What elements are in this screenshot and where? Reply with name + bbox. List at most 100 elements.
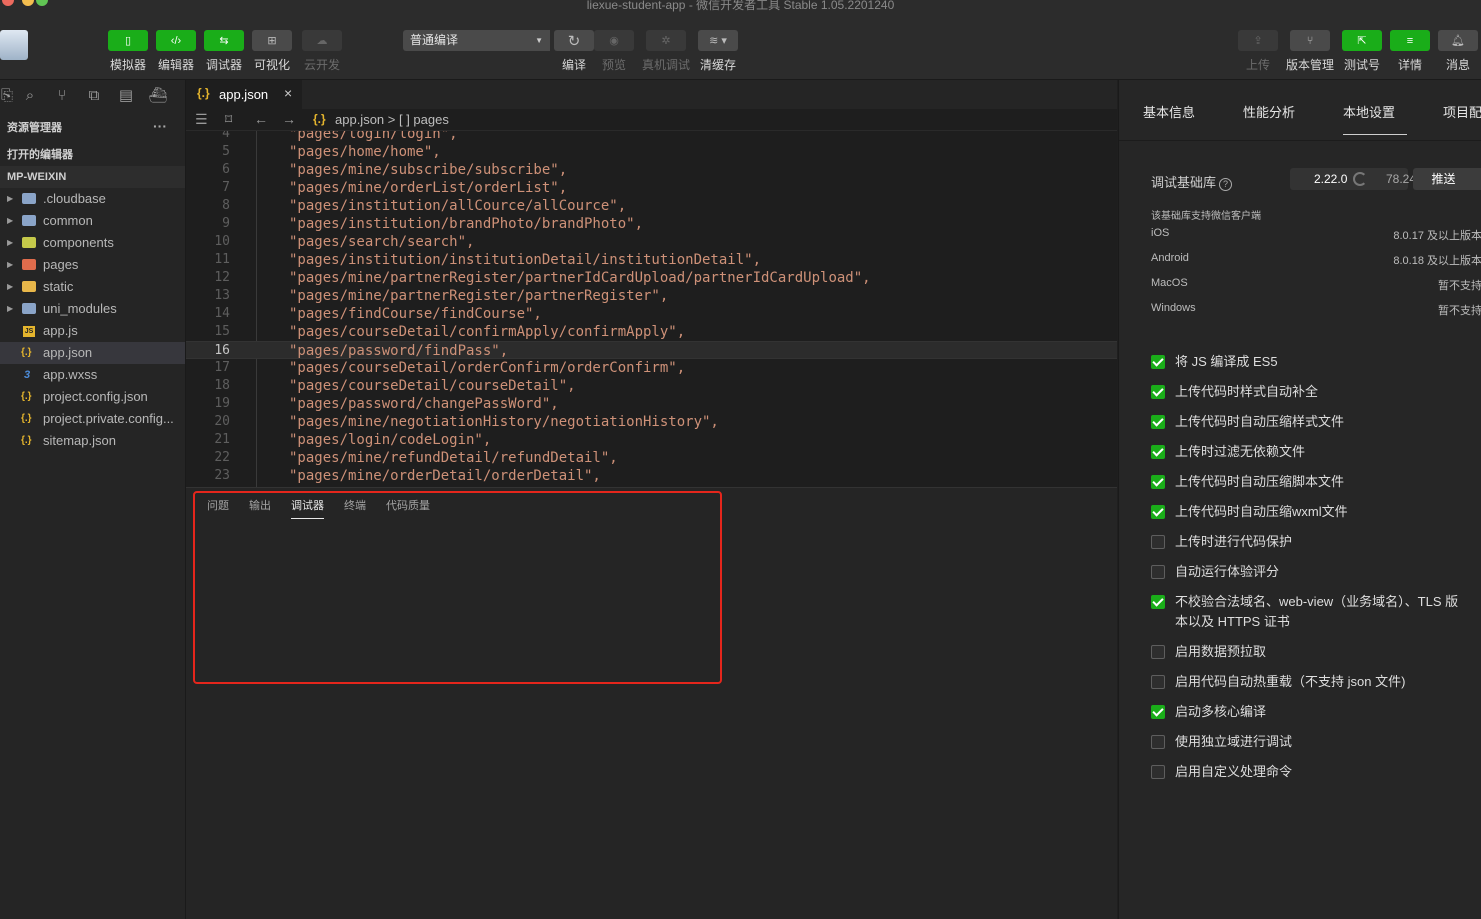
checkbox[interactable] bbox=[1151, 565, 1165, 579]
chevron-right-icon[interactable]: ▶ bbox=[7, 232, 13, 254]
code-line[interactable]: 12 "pages/mine/partnerRegister/partnerIdC… bbox=[186, 269, 1117, 287]
code-text: "pages/home/home", bbox=[289, 144, 441, 160]
tab-code-quality[interactable]: 代码质量 bbox=[386, 497, 430, 513]
code-line[interactable]: 6 "pages/mine/subscribe/subscribe", bbox=[186, 161, 1117, 179]
tree-item[interactable]: ▶ components bbox=[0, 232, 185, 254]
checkbox[interactable] bbox=[1151, 735, 1165, 749]
messages-button[interactable]: 🔔︎ 消息 bbox=[1438, 30, 1478, 73]
code-line[interactable]: 16 "pages/password/findPass", bbox=[186, 341, 1117, 359]
docker-icon[interactable]: ⛴ bbox=[142, 86, 174, 104]
code-line[interactable]: 21 "pages/login/codeLogin", bbox=[186, 431, 1117, 449]
editor-button[interactable]: ‹/› 编辑器 bbox=[156, 30, 196, 73]
simulator-button[interactable]: ▯ 模拟器 bbox=[108, 30, 148, 73]
checkbox[interactable] bbox=[1151, 645, 1165, 659]
tree-item[interactable]: JS app.js bbox=[0, 320, 185, 342]
code-line[interactable]: 7 "pages/mine/orderList/orderList", bbox=[186, 179, 1117, 197]
checkbox[interactable] bbox=[1151, 705, 1165, 719]
more-icon[interactable]: ··· bbox=[153, 118, 167, 134]
code-line[interactable]: 5 "pages/home/home", bbox=[186, 143, 1117, 161]
breadcrumb[interactable]: app.json > [ ] pages bbox=[335, 112, 449, 127]
visual-button[interactable]: ⊞ 可视化 bbox=[252, 30, 292, 73]
checkbox[interactable] bbox=[1151, 475, 1165, 489]
code-line[interactable]: 23 "pages/mine/orderDetail/orderDetail", bbox=[186, 467, 1117, 485]
real-device-debug-button[interactable]: ✲ 真机调试 bbox=[642, 30, 690, 73]
tree-item-label: project.config.json bbox=[43, 389, 148, 404]
tab-output[interactable]: 输出 bbox=[249, 497, 271, 513]
code-line[interactable]: 18 "pages/courseDetail/courseDetail", bbox=[186, 377, 1117, 395]
checkbox[interactable] bbox=[1151, 385, 1165, 399]
tab-local-settings[interactable]: 本地设置 bbox=[1343, 102, 1408, 135]
tree-item[interactable]: {.} project.config.json bbox=[0, 386, 185, 408]
tree-item[interactable]: {.} app.json bbox=[0, 342, 185, 364]
code-line[interactable]: 10 "pages/search/search", bbox=[186, 233, 1117, 251]
open-editors-section[interactable]: 打开的编辑器 bbox=[0, 144, 185, 166]
details-button[interactable]: ≡ 详情 bbox=[1390, 30, 1430, 73]
checkbox[interactable] bbox=[1151, 415, 1165, 429]
tab-project-config[interactable]: 项目配 bbox=[1443, 102, 1481, 121]
cloud-dev-button[interactable]: ☁ 云开发 bbox=[302, 30, 342, 73]
chevron-right-icon[interactable]: ▶ bbox=[7, 298, 13, 320]
arrow-right-icon[interactable]: → bbox=[282, 111, 296, 127]
tree-item[interactable]: ▶ common bbox=[0, 210, 185, 232]
code-line[interactable]: 19 "pages/password/changePassWord", bbox=[186, 395, 1117, 413]
tree-item[interactable]: ▶ .cloudbase bbox=[0, 188, 185, 210]
code-line[interactable]: 11 "pages/institution/institutionDetail/i… bbox=[186, 251, 1117, 269]
list-icon[interactable]: ☰ bbox=[195, 111, 208, 128]
push-button[interactable]: 推送 bbox=[1413, 168, 1481, 190]
files-icon[interactable]: ⎘ bbox=[0, 87, 14, 104]
tree-item[interactable]: {.} project.private.config... bbox=[0, 408, 185, 430]
code-line[interactable]: 13 "pages/mine/partnerRegister/partnerReg… bbox=[186, 287, 1117, 305]
code-line[interactable]: 20 "pages/mine/negotiationHistory/negotia… bbox=[186, 413, 1117, 431]
upload-button[interactable]: ⇪ 上传 bbox=[1238, 30, 1278, 73]
chevron-right-icon[interactable]: ▶ bbox=[7, 210, 13, 232]
version-manage-label: 版本管理 bbox=[1285, 58, 1334, 72]
checkbox[interactable] bbox=[1151, 355, 1165, 369]
checkbox[interactable] bbox=[1151, 445, 1165, 459]
code-line[interactable]: 14 "pages/findCourse/findCourse", bbox=[186, 305, 1117, 323]
preview-button[interactable]: ◉ 预览 bbox=[594, 30, 634, 73]
chevron-right-icon[interactable]: ▶ bbox=[7, 276, 13, 298]
project-section[interactable]: MP-WEIXIN bbox=[0, 166, 185, 188]
arrow-left-icon[interactable]: ← bbox=[254, 111, 268, 127]
search-icon[interactable]: ⌕ bbox=[14, 87, 46, 104]
source-control-icon[interactable]: ⑂ bbox=[46, 87, 78, 104]
tab-app-json[interactable]: {.} app.json × bbox=[186, 80, 302, 109]
code-line[interactable]: 4 "pages/login/login", bbox=[186, 131, 1117, 143]
version-manage-button[interactable]: ⑂ 版本管理 bbox=[1286, 30, 1334, 73]
test-account-button[interactable]: ⇱ 测试号 bbox=[1342, 30, 1382, 73]
base-lib-version-select[interactable]: 2.22.0 78.24 bbox=[1290, 168, 1416, 190]
compile-mode-select[interactable]: 普通编译 ▼ bbox=[403, 30, 550, 51]
checkbox[interactable] bbox=[1151, 675, 1165, 689]
code-line[interactable]: 17 "pages/courseDetail/orderConfirm/order… bbox=[186, 359, 1117, 377]
checkbox[interactable] bbox=[1151, 505, 1165, 519]
tree-item[interactable]: ▶ pages bbox=[0, 254, 185, 276]
extensions-icon[interactable]: ⧉ bbox=[78, 87, 110, 104]
code-line[interactable]: 9 "pages/institution/brandPhoto/brandPhot… bbox=[186, 215, 1117, 233]
tab-terminal[interactable]: 终端 bbox=[344, 497, 366, 513]
checkbox[interactable] bbox=[1151, 765, 1165, 779]
close-icon[interactable]: × bbox=[284, 85, 292, 101]
tab-performance[interactable]: 性能分析 bbox=[1243, 102, 1295, 121]
tree-item[interactable]: ▶ uni_modules bbox=[0, 298, 185, 320]
code-line[interactable]: 8 "pages/institution/allCource/allCource"… bbox=[186, 197, 1117, 215]
tab-basic-info[interactable]: 基本信息 bbox=[1143, 102, 1195, 121]
code-area[interactable]: 4 "pages/login/login", 5 "pages/home/home",… bbox=[186, 131, 1117, 487]
bookmark-icon[interactable]: ⌑ bbox=[225, 111, 232, 128]
chevron-right-icon[interactable]: ▶ bbox=[7, 254, 13, 276]
debugger-button[interactable]: ⇆ 调试器 bbox=[204, 30, 244, 73]
chevron-right-icon[interactable]: ▶ bbox=[7, 188, 13, 210]
checkbox[interactable] bbox=[1151, 595, 1165, 609]
tab-problems[interactable]: 问题 bbox=[207, 497, 229, 513]
tree-item[interactable]: {.} sitemap.json bbox=[0, 430, 185, 452]
tree-item[interactable]: 3 app.wxss bbox=[0, 364, 185, 386]
avatar[interactable] bbox=[0, 30, 28, 60]
code-line[interactable]: 22 "pages/mine/refundDetail/refundDetail"… bbox=[186, 449, 1117, 467]
code-line[interactable]: 15 "pages/courseDetail/confirmApply/confi… bbox=[186, 323, 1117, 341]
save-icon[interactable]: ▤ bbox=[110, 86, 142, 104]
tab-debugger[interactable]: 调试器 bbox=[291, 497, 324, 519]
clear-cache-button[interactable]: ≋ ▾ 清缓存 bbox=[698, 30, 738, 73]
setting-option-label: 上传代码时自动压缩样式文件 bbox=[1175, 414, 1345, 429]
tree-item[interactable]: ▶ static bbox=[0, 276, 185, 298]
checkbox[interactable] bbox=[1151, 535, 1165, 549]
help-icon[interactable]: ? bbox=[1219, 178, 1233, 191]
